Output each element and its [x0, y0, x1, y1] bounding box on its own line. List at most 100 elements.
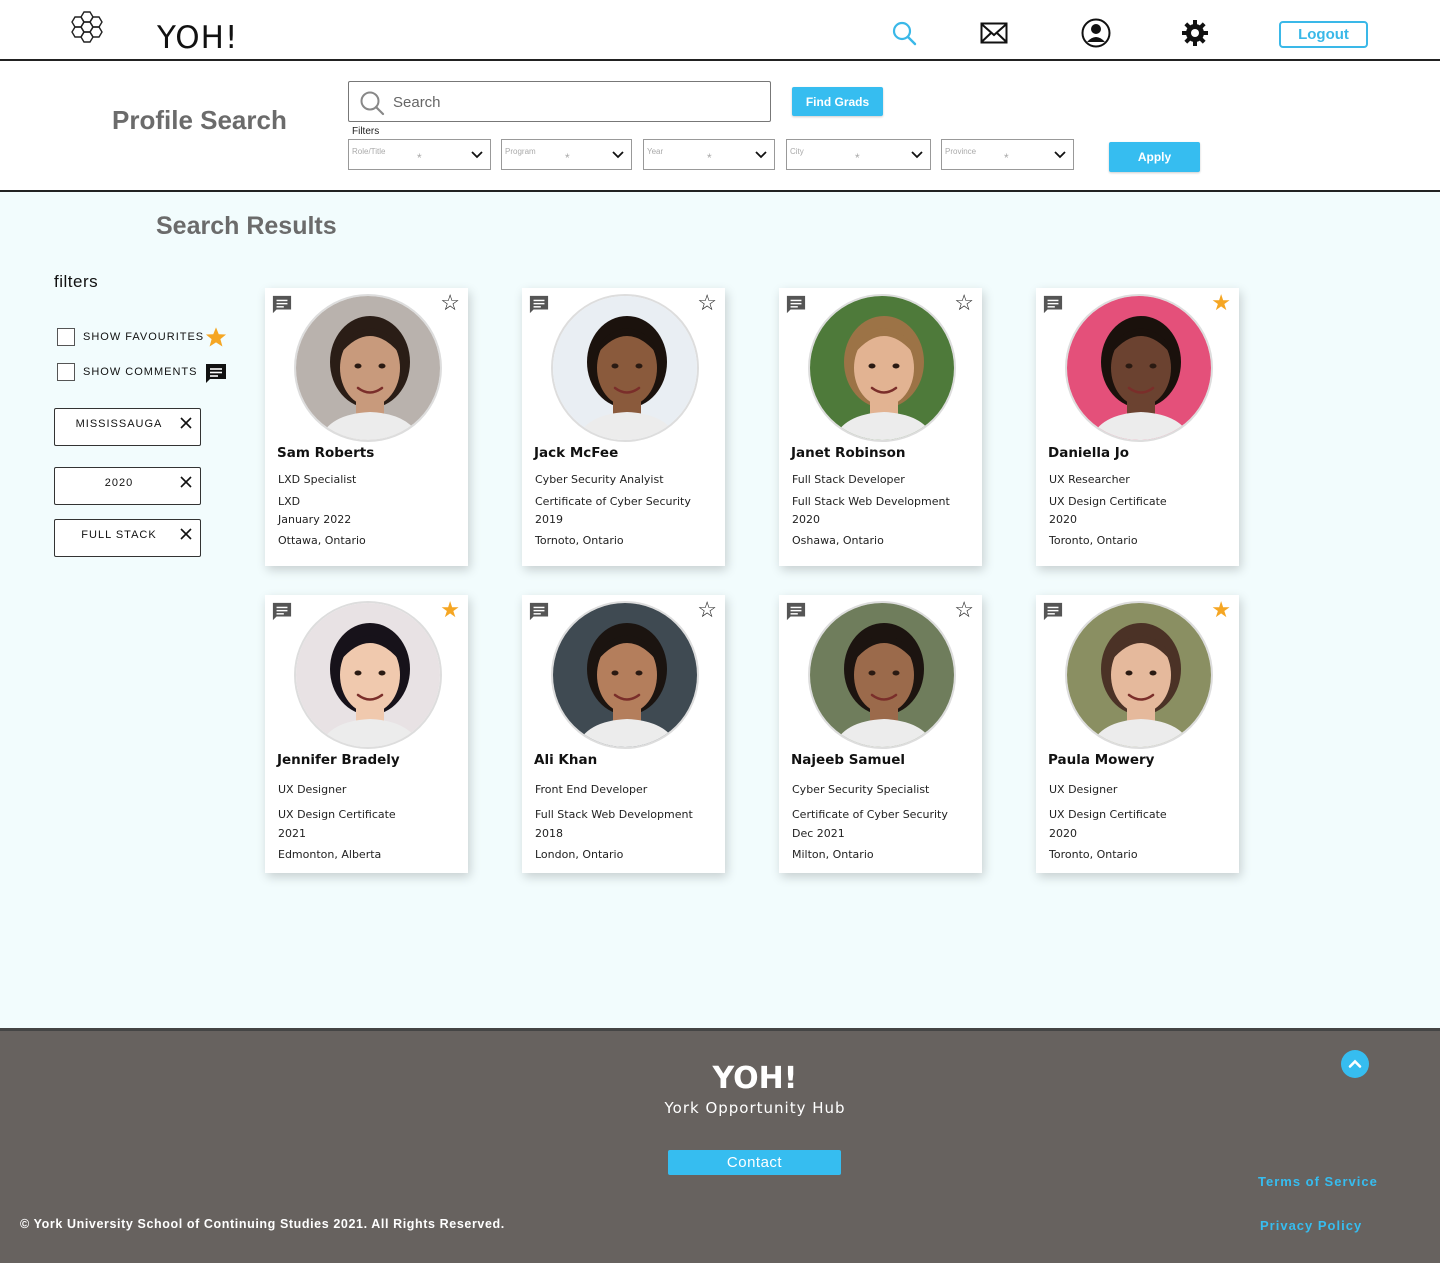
- logout-button[interactable]: Logout: [1279, 21, 1368, 48]
- profile-year: 2021: [278, 827, 306, 840]
- comment-icon[interactable]: [1043, 295, 1063, 315]
- comment-icon[interactable]: [786, 295, 806, 315]
- comment-icon[interactable]: [272, 295, 292, 315]
- profile-location: Toronto, Ontario: [1049, 534, 1138, 547]
- required-marker: *: [1004, 151, 1009, 165]
- profile-year: January 2022: [278, 513, 352, 526]
- profile-role: UX Researcher: [1049, 473, 1130, 486]
- dropdown-placeholder: City: [790, 147, 804, 156]
- dropdown-placeholder: Province: [945, 147, 977, 156]
- chevron-down-icon: [911, 151, 923, 159]
- favourite-star-icon[interactable]: ☆: [440, 292, 460, 314]
- profile-year: 2019: [535, 513, 563, 526]
- role-title-dropdown[interactable]: Role/Title *: [348, 139, 491, 170]
- search-panel: Profile Search Find Grads Filters Role/T…: [0, 61, 1440, 192]
- required-marker: *: [565, 151, 570, 165]
- scroll-to-top-button[interactable]: [1341, 1050, 1369, 1078]
- province-dropdown[interactable]: Province *: [941, 139, 1074, 170]
- dropdown-placeholder: Year: [647, 147, 664, 156]
- gear-icon[interactable]: [1180, 18, 1210, 48]
- year-dropdown[interactable]: Year *: [643, 139, 775, 170]
- show-favourites-label: SHOW FAVOURITES: [83, 331, 205, 343]
- profile-card[interactable]: ☆ Najeeb Samuel Cyber Security Specialist C…: [779, 595, 982, 873]
- profile-name[interactable]: Janet Robinson: [791, 445, 906, 461]
- comment-icon[interactable]: [529, 602, 549, 622]
- required-marker: *: [855, 151, 860, 165]
- profile-role: Front End Developer: [535, 783, 648, 796]
- profile-name[interactable]: Sam Roberts: [277, 445, 374, 461]
- profile-name[interactable]: Ali Khan: [534, 752, 597, 768]
- avatar: [551, 294, 699, 442]
- mail-icon[interactable]: [979, 18, 1009, 48]
- favourite-star-icon[interactable]: ☆: [697, 292, 717, 314]
- city-dropdown[interactable]: City *: [786, 139, 931, 170]
- show-comments-label: SHOW COMMENTS: [83, 366, 198, 378]
- footer-subtitle: York Opportunity Hub: [664, 1099, 846, 1117]
- brand-title: YOH!: [157, 20, 239, 56]
- find-grads-button[interactable]: Find Grads: [792, 87, 883, 116]
- required-marker: *: [707, 151, 712, 165]
- page-title: Profile Search: [112, 105, 287, 135]
- footer: YOH! York Opportunity Hub Contact Terms …: [0, 1028, 1440, 1263]
- filters-label: Filters: [352, 126, 380, 137]
- favourite-star-icon[interactable]: ☆: [954, 599, 974, 621]
- dropdown-placeholder: Program: [505, 147, 536, 156]
- favourite-star-icon[interactable]: ☆: [954, 292, 974, 314]
- search-input[interactable]: [393, 90, 753, 114]
- profile-role: Cyber Security Specialist: [792, 783, 930, 796]
- show-comments-toggle[interactable]: SHOW COMMENTS: [57, 363, 197, 381]
- profile-card[interactable]: ☆ Jack McFee Cyber Security Analyist Certif…: [522, 288, 725, 566]
- chevron-down-icon: [755, 151, 767, 159]
- profile-name[interactable]: Daniella Jo: [1048, 445, 1129, 461]
- show-favourites-checkbox[interactable]: [57, 328, 75, 346]
- profile-card[interactable]: ☆ Ali Khan Front End Developer Full Stack W…: [522, 595, 725, 873]
- profile-program: Full Stack Web Development: [535, 808, 693, 821]
- show-favourites-toggle[interactable]: SHOW FAVOURITES: [57, 328, 204, 346]
- profile-name[interactable]: Jack McFee: [534, 445, 618, 461]
- contact-button[interactable]: Contact: [668, 1150, 841, 1175]
- privacy-policy-link[interactable]: Privacy Policy: [1260, 1218, 1362, 1233]
- show-comments-checkbox[interactable]: [57, 363, 75, 381]
- top-header: YOH! Logout: [0, 0, 1440, 61]
- favourite-star-icon[interactable]: ★: [440, 599, 460, 621]
- profile-year: 2018: [535, 827, 563, 840]
- profile-card[interactable]: ☆ Sam Roberts LXD Specialist LXD January 202…: [265, 288, 468, 566]
- comment-icon[interactable]: [272, 602, 292, 622]
- comment-icon[interactable]: [1043, 602, 1063, 622]
- search-field[interactable]: [348, 81, 771, 122]
- search-icon: [360, 91, 385, 116]
- program-dropdown[interactable]: Program *: [501, 139, 632, 170]
- apply-button[interactable]: Apply: [1109, 142, 1200, 172]
- profile-card[interactable]: ★ Daniella Jo UX Researcher UX Design Certi…: [1036, 288, 1239, 566]
- avatar: [1065, 601, 1213, 749]
- profile-location: Milton, Ontario: [792, 848, 874, 861]
- close-icon[interactable]: [179, 527, 193, 541]
- profile-icon[interactable]: [1081, 18, 1111, 48]
- filter-tag-year: 2020: [54, 467, 201, 505]
- terms-of-service-link[interactable]: Terms of Service: [1258, 1174, 1378, 1189]
- comment-icon[interactable]: [786, 602, 806, 622]
- comment-icon[interactable]: [529, 295, 549, 315]
- avatar: [294, 294, 442, 442]
- hexagon-logo-icon[interactable]: [70, 10, 110, 50]
- profile-year: Dec 2021: [792, 827, 845, 840]
- profile-name[interactable]: Najeeb Samuel: [791, 752, 905, 768]
- profile-name[interactable]: Jennifer Bradely: [277, 752, 400, 768]
- close-icon[interactable]: [179, 475, 193, 489]
- profile-role: UX Designer: [278, 783, 347, 796]
- sidebar-filters-title: filters: [54, 272, 99, 291]
- search-icon[interactable]: [889, 18, 919, 48]
- favourite-star-icon[interactable]: ☆: [697, 599, 717, 621]
- profile-location: Edmonton, Alberta: [278, 848, 382, 861]
- favourite-star-icon[interactable]: ★: [1211, 599, 1231, 621]
- profile-card[interactable]: ★ Jennifer Bradely UX Designer UX Design Ce…: [265, 595, 468, 873]
- profile-name[interactable]: Paula Mowery: [1048, 752, 1154, 768]
- profile-card[interactable]: ★ Paula Mowery UX Designer UX Design Certif…: [1036, 595, 1239, 873]
- profile-program: UX Design Certificate: [1049, 808, 1167, 821]
- profile-card[interactable]: ☆ Janet Robinson Full Stack Developer Full …: [779, 288, 982, 566]
- favourite-star-icon[interactable]: ★: [1211, 292, 1231, 314]
- profile-year: 2020: [1049, 827, 1077, 840]
- dropdown-placeholder: Role/Title: [352, 147, 386, 156]
- close-icon[interactable]: [179, 416, 193, 430]
- filter-tag-label: FULL STACK: [81, 529, 157, 541]
